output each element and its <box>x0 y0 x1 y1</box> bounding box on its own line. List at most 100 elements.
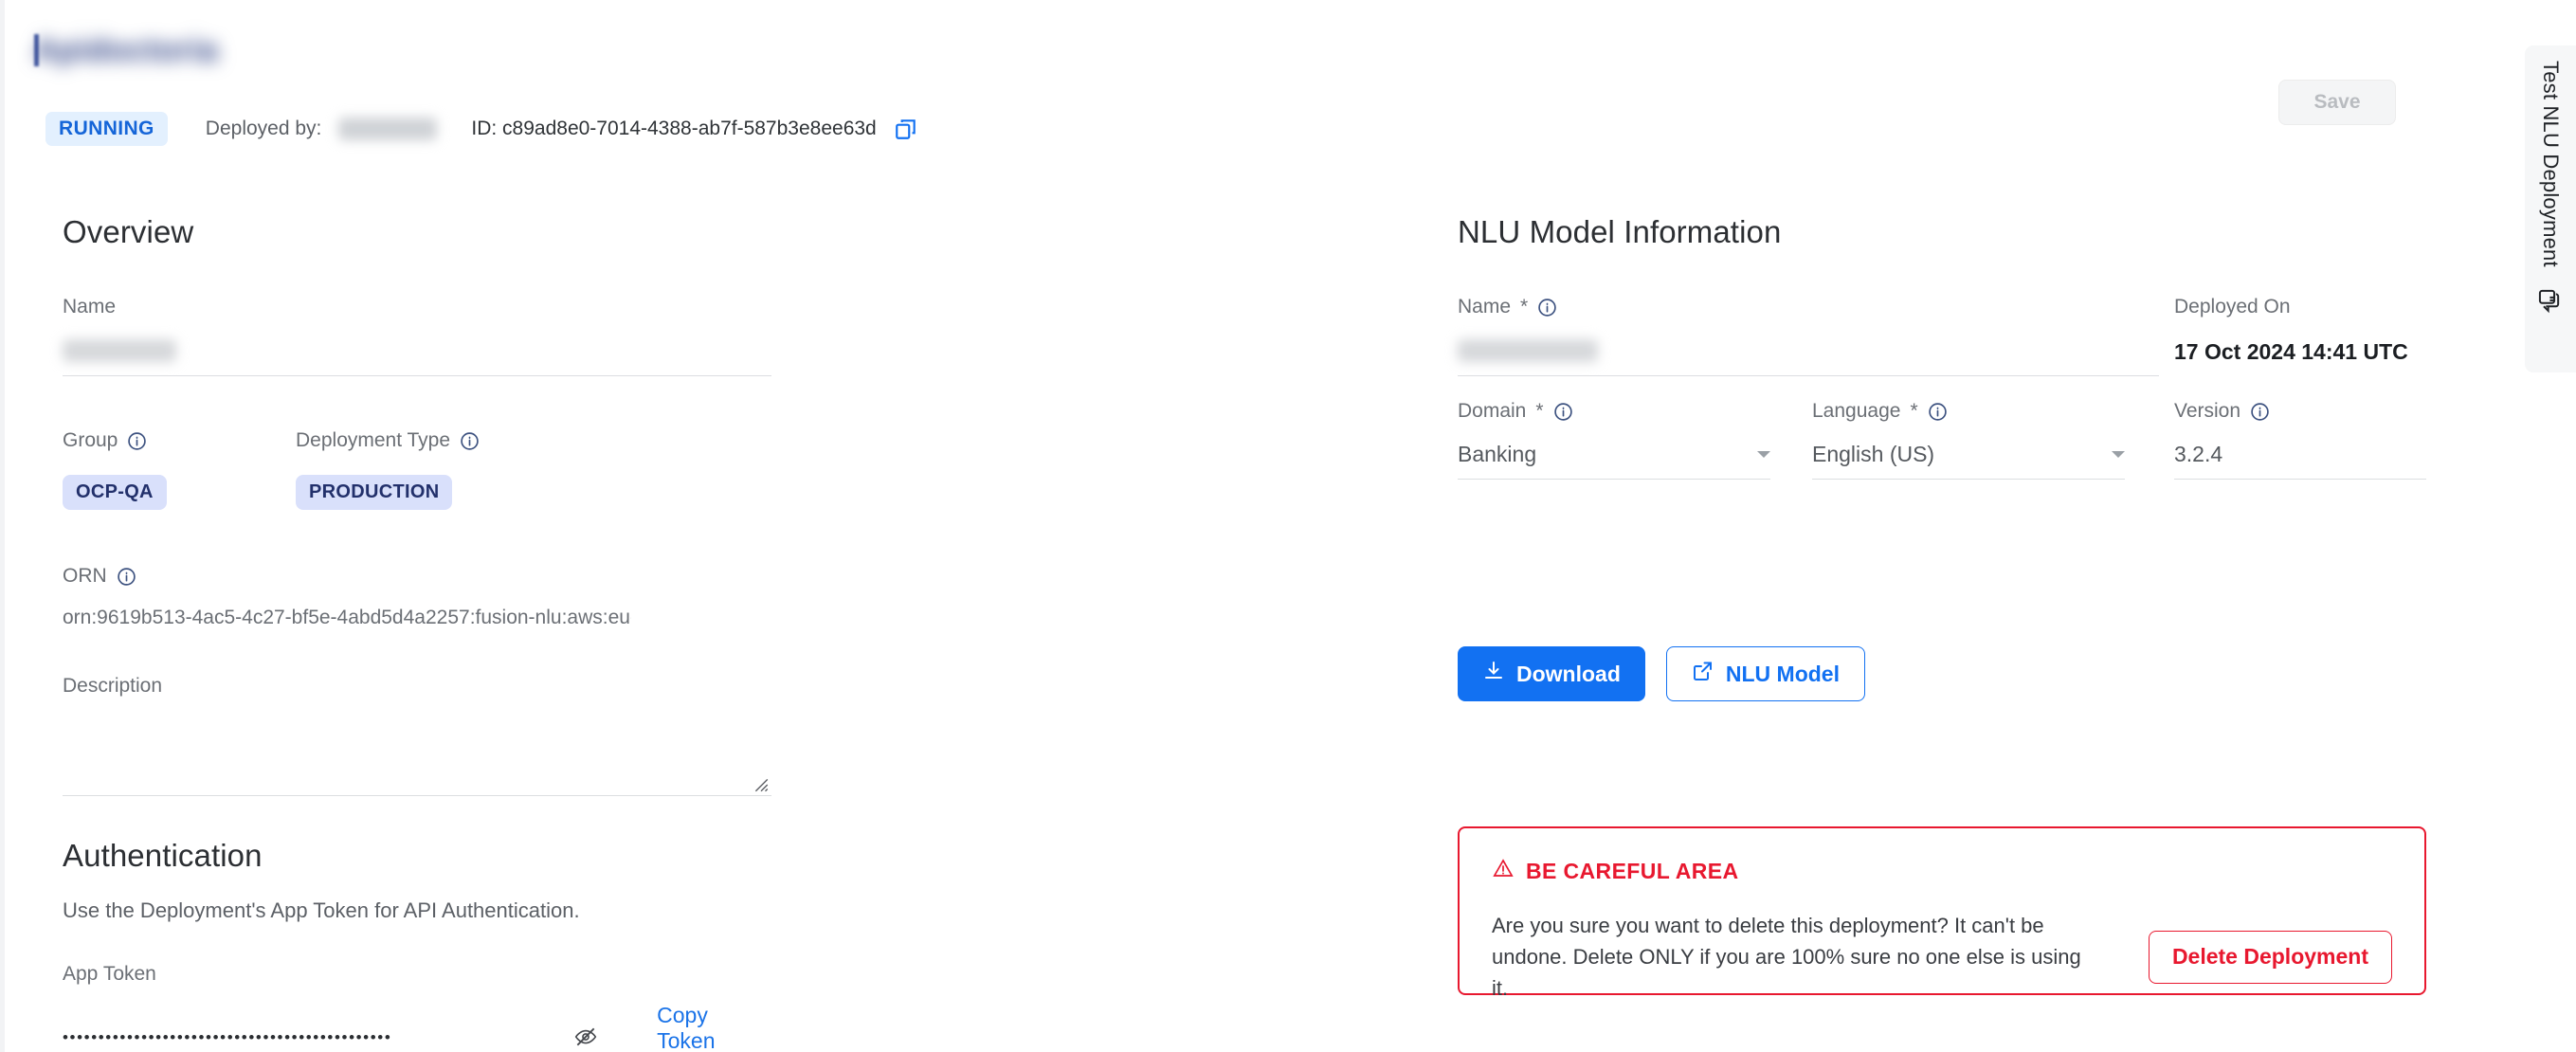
eye-off-icon[interactable] <box>573 1025 598 1049</box>
domain-select[interactable]: Banking <box>1458 442 1770 480</box>
danger-body: Are you sure you want to delete this dep… <box>1492 910 2392 1004</box>
chat-test-icon <box>2537 288 2564 315</box>
deployment-id: ID: c89ad8e0-7014-4388-ab7f-587b3e8ee63d <box>471 118 877 139</box>
deployed-on-field: Deployed On 17 Oct 2024 14:41 UTC <box>2174 296 2408 365</box>
orn-info-icon[interactable] <box>117 567 136 587</box>
overview-name-field: Name <box>63 296 771 376</box>
status-badge: RUNNING <box>45 112 168 146</box>
deployed-on-value: 17 Oct 2024 14:41 UTC <box>2174 339 2408 364</box>
nlu-name-info-icon[interactable] <box>1537 298 1557 317</box>
nlu-column: NLU Model Information Name * Deployed On <box>1458 214 2426 1000</box>
overview-name-input[interactable] <box>63 318 771 376</box>
nlu-name-input[interactable] <box>1458 318 2159 376</box>
nlu-name-label-wrap: Name * <box>1458 296 2159 318</box>
deployment-type-field: Deployment Type PRODUCTION <box>296 429 480 510</box>
group-info-icon[interactable] <box>127 431 147 451</box>
danger-message: Are you sure you want to delete this dep… <box>1492 914 2081 1000</box>
deployed-by-label: Deployed by: <box>205 118 322 139</box>
group-chip-wrap: OCP-QA <box>63 475 296 510</box>
group-label: Group <box>63 429 118 451</box>
orn-label-wrap: ORN <box>63 565 771 588</box>
warning-icon <box>1492 857 1515 885</box>
language-select[interactable]: English (US) <box>1812 442 2125 480</box>
test-nlu-deployment-tab[interactable]: Test NLU Deployment <box>2525 45 2576 372</box>
overview-heading: Overview <box>63 214 194 249</box>
language-value: English (US) <box>1812 442 1935 466</box>
danger-title-wrap: BE CAREFUL AREA <box>1492 857 2392 885</box>
danger-zone-panel: BE CAREFUL AREA Are you sure you want to… <box>1458 826 2426 1000</box>
authentication-subtitle: Use the Deployment's App Token for API A… <box>63 898 580 922</box>
left-edge-strip <box>0 0 5 1052</box>
app-token-value: ••••••••••••••••••••••••••••••••••••••••… <box>63 1028 392 1045</box>
version-info-icon[interactable] <box>2250 402 2270 422</box>
language-label: Language <box>1812 400 1901 422</box>
overview-column: Overview Name Group OCP-QA Deployment Ty… <box>63 214 771 1052</box>
copy-token-link[interactable]: Copy Token <box>657 1003 771 1052</box>
deployed-on-label: Deployed On <box>2174 296 2291 317</box>
orn-input[interactable]: orn:9619b513-4ac5-4c27-bf5e-4abd5d4a2257… <box>63 607 631 629</box>
download-label: Download <box>1516 661 1621 686</box>
nlu-heading: NLU Model Information <box>1458 214 1782 249</box>
nlu-name-required: * <box>1520 296 1529 317</box>
group-label-wrap: Group <box>63 429 296 452</box>
danger-title: BE CAREFUL AREA <box>1526 858 1739 883</box>
domain-info-icon[interactable] <box>1553 402 1573 422</box>
domain-label: Domain <box>1458 400 1527 422</box>
deployment-meta-row: RUNNING Deployed by: ID: c89ad8e0-7014-4… <box>45 112 918 146</box>
version-field: Version 3.2.4 <box>2174 400 2426 480</box>
app-token-label: App Token <box>63 963 156 985</box>
description-field: Description <box>63 675 771 796</box>
group-field: Group OCP-QA <box>63 429 296 510</box>
download-icon <box>1482 660 1505 688</box>
group-deployment-row: Group OCP-QA Deployment Type PRODUCTION <box>63 429 771 510</box>
authentication-heading: Authentication <box>63 838 263 873</box>
orn-label: ORN <box>63 565 107 587</box>
nlu-action-buttons: Download NLU Model <box>1458 646 1865 701</box>
page-title-text: Apidoctoria <box>34 31 219 68</box>
nlu-name-label: Name <box>1458 296 1512 317</box>
group-chip: OCP-QA <box>63 475 167 510</box>
orn-value: orn:9619b513-4ac5-4c27-bf5e-4abd5d4a2257… <box>63 607 631 628</box>
language-required: * <box>1910 400 1918 422</box>
version-label: Version <box>2174 400 2241 422</box>
domain-label-wrap: Domain * <box>1458 400 1770 423</box>
page-title: Apidoctoria <box>34 28 218 72</box>
version-input[interactable]: 3.2.4 <box>2174 442 2426 480</box>
nlu-name-value <box>1458 339 1598 362</box>
deployment-type-info-icon[interactable] <box>460 431 480 451</box>
orn-field: ORN orn:9619b513-4ac5-4c27-bf5e-4abd5d4a… <box>63 565 771 629</box>
deployment-type-label: Deployment Type <box>296 429 451 451</box>
domain-value: Banking <box>1458 442 1537 466</box>
app-token-field: App Token ••••••••••••••••••••••••••••••… <box>63 963 771 1052</box>
deployment-type-label-wrap: Deployment Type <box>296 429 480 452</box>
save-button[interactable]: Save <box>2278 80 2396 125</box>
language-label-wrap: Language * <box>1812 400 2125 423</box>
test-nlu-deployment-label: Test NLU Deployment <box>2539 61 2563 267</box>
domain-required: * <box>1535 400 1544 422</box>
external-link-icon <box>1692 660 1714 688</box>
nlu-model-button[interactable]: NLU Model <box>1665 646 1865 701</box>
chevron-down-icon <box>2112 451 2125 458</box>
resize-handle-icon[interactable] <box>753 776 770 793</box>
overview-name-label: Name <box>63 296 117 317</box>
nlu-fields-grid: Name * Deployed On 17 Oct 2024 14:41 UTC <box>1458 296 2426 1000</box>
deployment-type-chip: PRODUCTION <box>296 475 453 510</box>
delete-deployment-button[interactable]: Delete Deployment <box>2148 930 2392 984</box>
chevron-down-icon <box>1757 451 1770 458</box>
version-value: 3.2.4 <box>2174 442 2223 466</box>
nlu-model-label: NLU Model <box>1725 661 1840 686</box>
description-textarea[interactable] <box>63 715 771 796</box>
download-button[interactable]: Download <box>1458 646 1645 701</box>
version-label-wrap: Version <box>2174 400 2426 423</box>
app-token-row: ••••••••••••••••••••••••••••••••••••••••… <box>63 1003 771 1052</box>
description-label: Description <box>63 675 163 697</box>
language-field: Language * English (US) <box>1812 400 2125 480</box>
overview-name-value <box>63 339 176 362</box>
app-token-input[interactable]: ••••••••••••••••••••••••••••••••••••••••… <box>63 1025 602 1052</box>
domain-field: Domain * Banking <box>1458 400 1770 480</box>
deployed-by-value <box>338 118 438 140</box>
deployment-details-page: Apidoctoria RUNNING Deployed by: ID: c89… <box>0 0 2576 1052</box>
copy-id-icon[interactable] <box>894 117 918 141</box>
deployment-type-chip-wrap: PRODUCTION <box>296 475 480 510</box>
language-info-icon[interactable] <box>1928 402 1948 422</box>
